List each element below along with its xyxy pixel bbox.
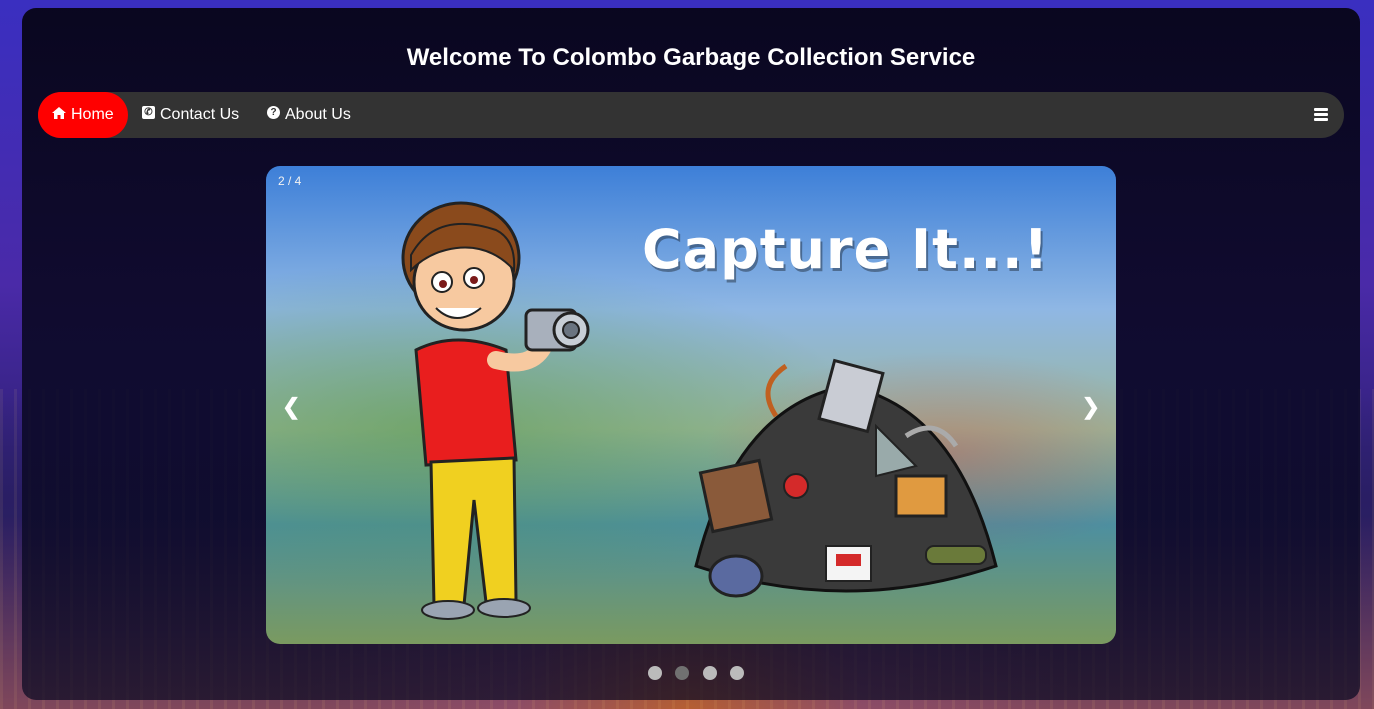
nav-contact-us[interactable]: ✆ Contact Us — [128, 92, 253, 138]
nav-home[interactable]: Home — [38, 92, 128, 138]
nav-home-label: Home — [71, 106, 114, 123]
nav-about-us-label: About Us — [285, 106, 351, 123]
slideshow-next-button[interactable]: ❯ — [1082, 394, 1100, 420]
slide-dot-2[interactable] — [675, 666, 690, 680]
nav-about-us[interactable]: ? About Us — [253, 92, 365, 138]
home-icon — [52, 106, 66, 119]
top-navbar: Home ✆ Contact Us ? About Us — [38, 92, 1344, 138]
slide-caption-art: Capture It...! — [642, 218, 1050, 281]
slide-dot-4[interactable] — [730, 666, 745, 680]
nav-contact-us-label: Contact Us — [160, 106, 240, 123]
garbage-pile-illustration — [694, 358, 998, 598]
slideshow-prev-button[interactable]: ❮ — [282, 394, 300, 420]
slideshow-dots — [648, 666, 753, 680]
slide-counter: 2 / 4 — [278, 174, 302, 188]
bars-icon[interactable] — [1314, 108, 1328, 121]
page-title: Welcome To Colombo Garbage Collection Se… — [406, 44, 976, 71]
slideshow-slide: 2 / 4 Capture It...! ❮ ❯ — [266, 166, 1116, 644]
slide-dot-3[interactable] — [702, 666, 717, 680]
boy-with-camera-illustration — [401, 201, 590, 620]
slide-dot-1[interactable] — [648, 666, 662, 680]
question-circle-icon: ? — [267, 106, 280, 120]
phone-square-icon: ✆ — [142, 106, 155, 120]
main-panel: Welcome To Colombo Garbage Collection Se… — [22, 8, 1360, 700]
